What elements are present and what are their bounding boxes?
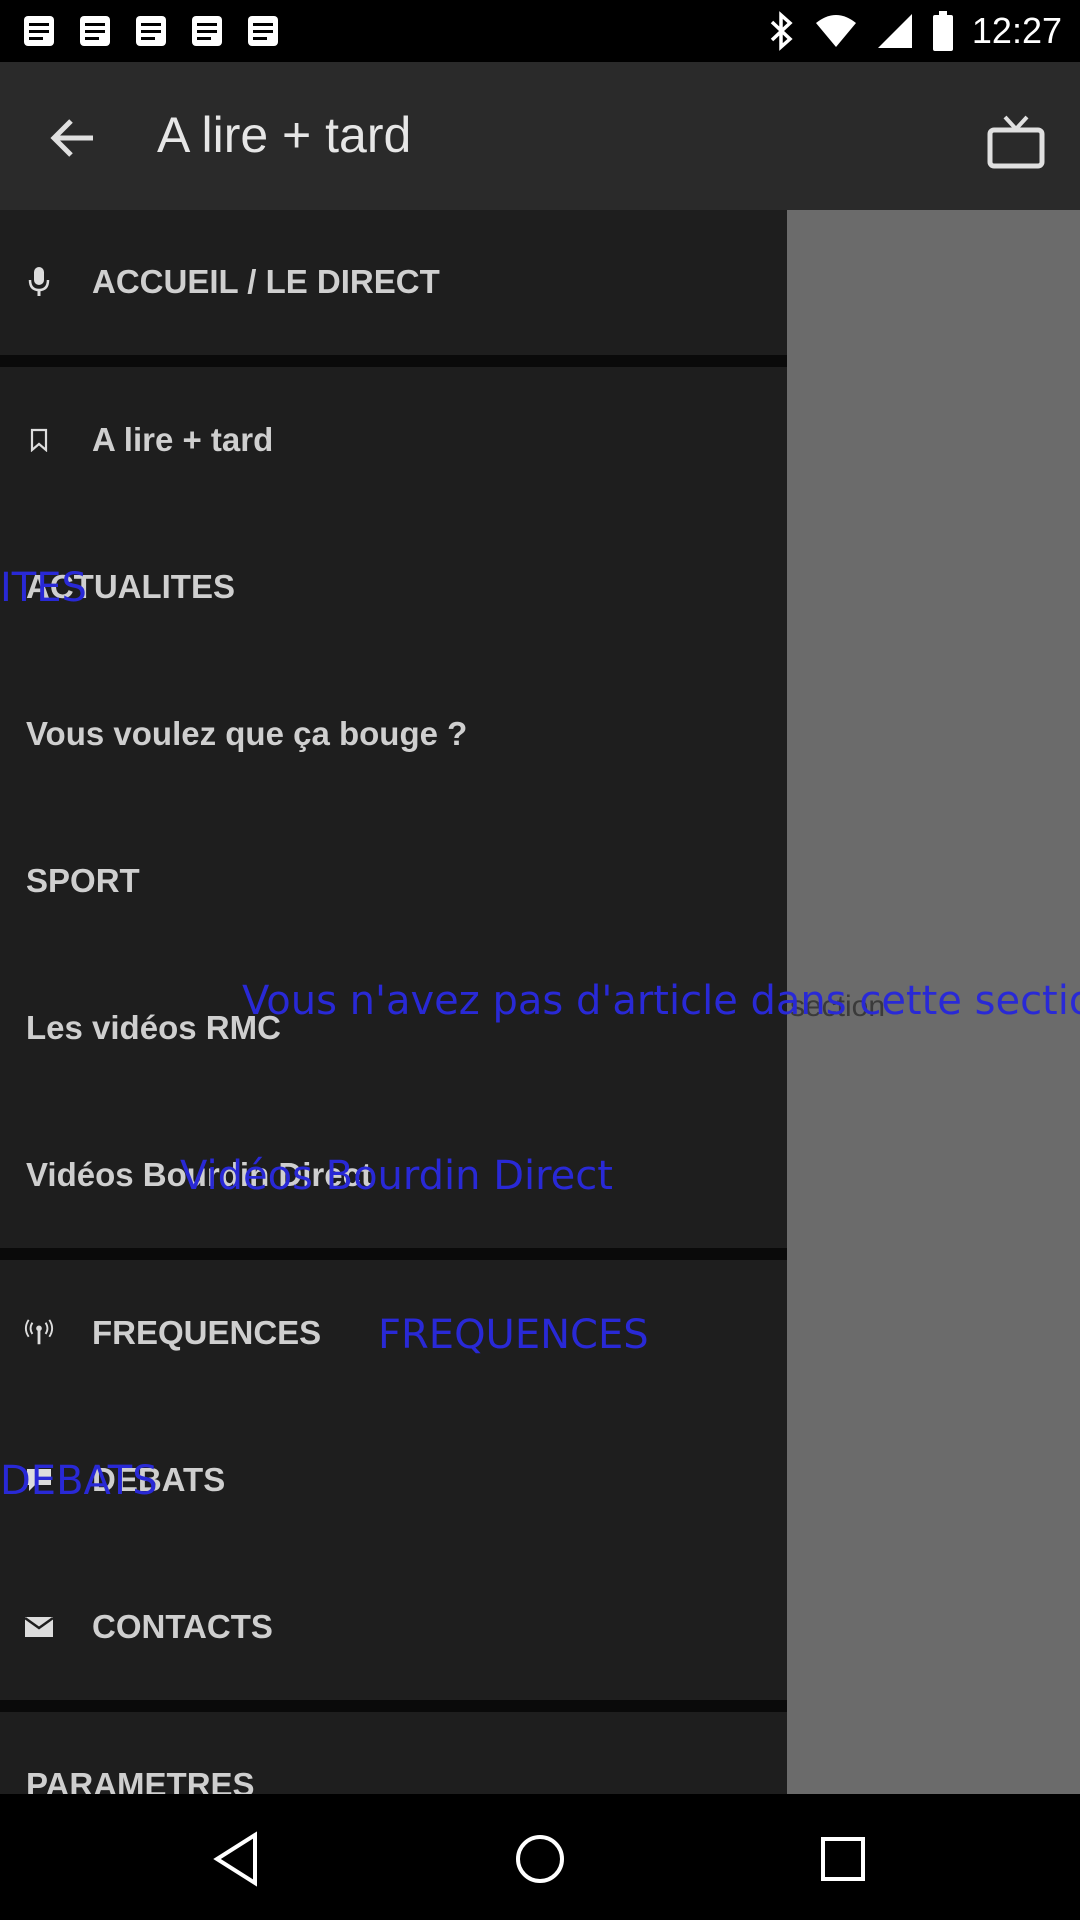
wifi-icon [815, 15, 856, 47]
tv-button[interactable] [980, 106, 1052, 178]
nav-back-button[interactable] [201, 1824, 271, 1894]
nav-home-icon [516, 1835, 564, 1883]
microphone-icon [24, 267, 54, 297]
app-bar: A lire + tard [0, 62, 1080, 210]
drawer-item-label: PARAMETRES [26, 1766, 255, 1794]
antenna-icon [24, 1318, 54, 1348]
drawer-item-accueil[interactable]: ACCUEIL / LE DIRECT [0, 222, 787, 342]
tv-icon [987, 115, 1045, 169]
back-button[interactable] [30, 102, 114, 174]
notification-icon [24, 16, 54, 46]
drawer-item-a-lire-plus-tard[interactable]: A lire + tard [0, 380, 787, 500]
overlay-bourdin: Vidéos Bourdin Direct [180, 1153, 613, 1199]
page-title: A lire + tard [157, 107, 412, 163]
battery-icon [932, 11, 953, 51]
drawer-item-contacts[interactable]: CONTACTS [0, 1567, 787, 1687]
overlay-debats: DEBATS [0, 1458, 158, 1504]
envelope-icon [24, 1612, 54, 1642]
nav-home-button[interactable] [505, 1824, 575, 1894]
drawer-item-actualites[interactable]: ACTUALITES [0, 527, 787, 647]
drawer-item-sport[interactable]: SPORT [0, 821, 787, 941]
drawer-item-parametres[interactable]: PARAMETRES [0, 1725, 787, 1794]
drawer-item-label: Vous voulez que ça bouge ? [26, 715, 468, 752]
notification-icon [248, 16, 278, 46]
drawer-item-label: CONTACTS [92, 1608, 273, 1645]
system-nav-bar [0, 1794, 1080, 1920]
overlay-empty-section: Vous n'avez pas d'article dans cette sec… [242, 978, 1080, 1024]
notification-icon [80, 16, 110, 46]
bluetooth-icon [770, 11, 793, 51]
notification-icon [192, 16, 222, 46]
nav-recents-icon [821, 1837, 865, 1881]
overlay-frequences: FREQUENCES [378, 1312, 649, 1358]
divider [0, 355, 787, 367]
clock: 12:27 [971, 10, 1062, 51]
notification-icons [22, 14, 280, 48]
bookmark-icon [24, 425, 54, 455]
drawer-item-label: ACCUEIL / LE DIRECT [92, 263, 440, 300]
drawer-item-label: SPORT [26, 862, 140, 899]
nav-recents-button[interactable] [808, 1824, 878, 1894]
drawer-item-label: A lire + tard [92, 421, 274, 458]
signal-icon [877, 14, 912, 48]
divider [0, 1700, 787, 1712]
drawer-item-label: FREQUENCES [92, 1314, 322, 1351]
divider [0, 1248, 787, 1260]
notification-icon [136, 16, 166, 46]
arrow-back-icon [50, 119, 93, 157]
nav-back-icon [213, 1831, 257, 1887]
status-bar: 12:27 [0, 0, 1080, 62]
overlay-actualites: ITES [0, 565, 87, 611]
drawer-item-vous-voulez[interactable]: Vous voulez que ça bouge ? [0, 674, 787, 794]
